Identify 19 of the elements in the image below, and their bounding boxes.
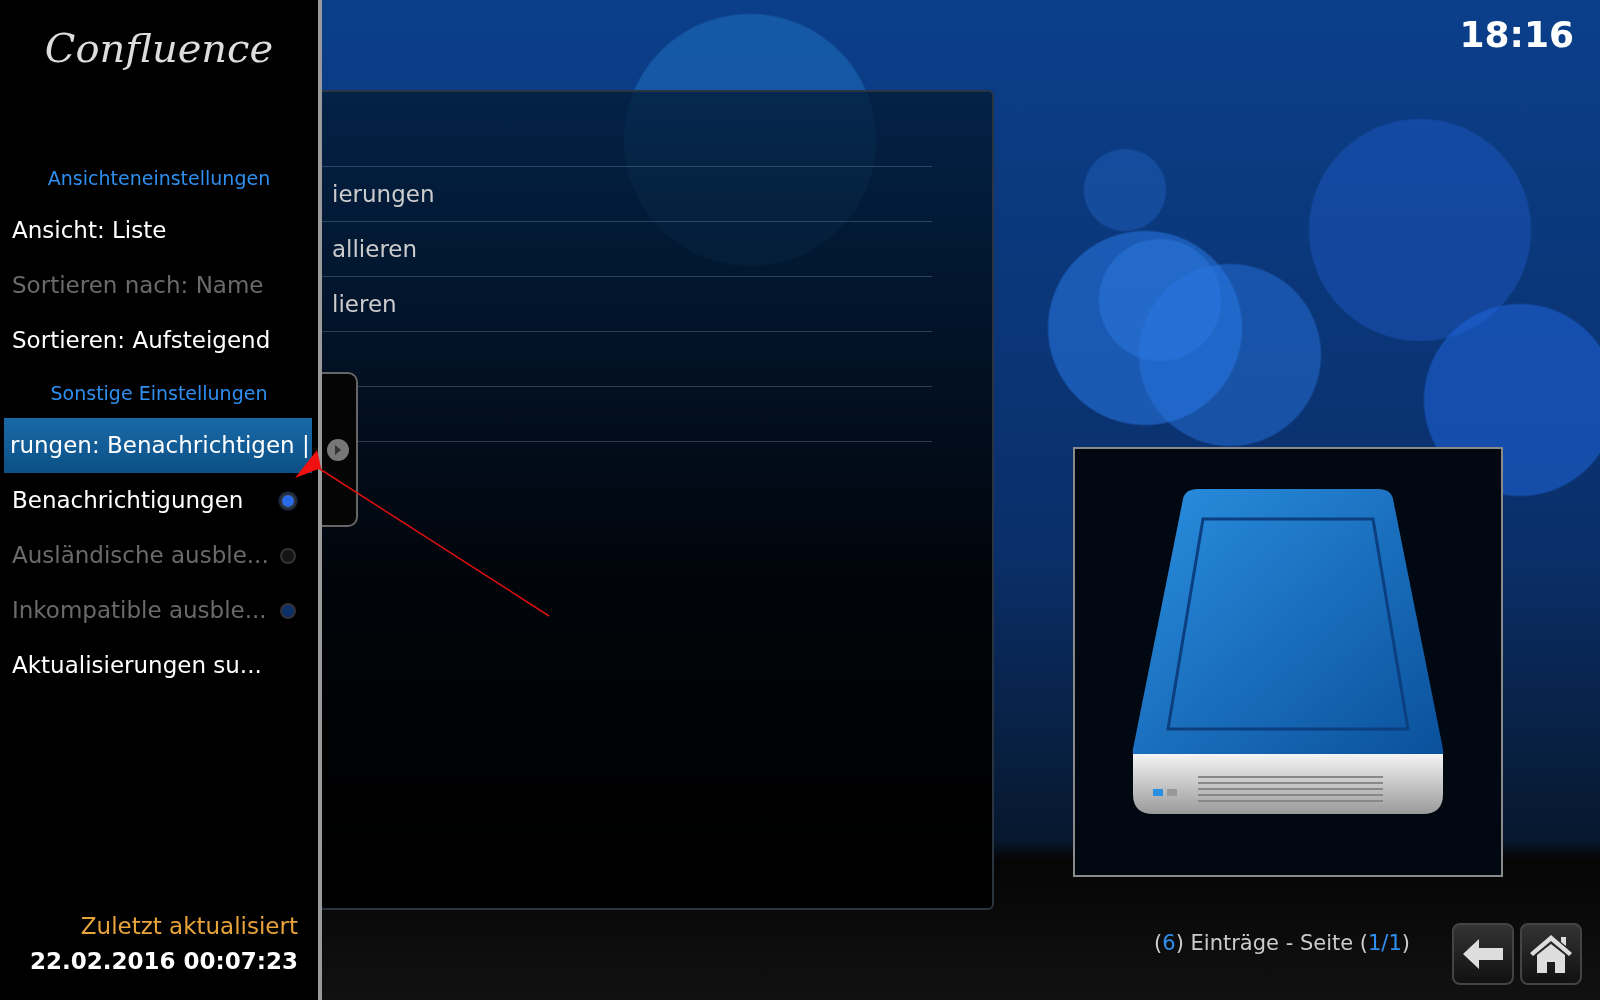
menu-option[interactable]: rungen: Benachrichtigen | xyxy=(4,418,312,473)
menu-option[interactable]: Sortieren: Aufsteigend xyxy=(0,313,318,368)
arrow-circle-icon xyxy=(326,438,350,462)
home-icon xyxy=(1530,935,1572,973)
menu-option[interactable]: Ansicht: Liste xyxy=(0,203,318,258)
list-item[interactable]: lieren xyxy=(332,286,397,322)
section-header: Ansichteneinstellungen xyxy=(47,165,271,191)
section-header: Sonstige Einstellungen xyxy=(50,380,268,406)
back-button[interactable] xyxy=(1452,923,1514,985)
home-button[interactable] xyxy=(1520,923,1582,985)
menu-option[interactable]: Aktualisierungen su... xyxy=(0,638,318,693)
item-count-status: (6) Einträge - Seite (1/1) xyxy=(1154,930,1410,957)
logo-text: Confluence xyxy=(44,24,274,73)
last-updated-date: 22.02.2016 00:07:23 xyxy=(30,946,298,976)
list-item[interactable]: ierungen xyxy=(332,176,435,212)
back-arrow-icon xyxy=(1463,939,1503,969)
list-item[interactable]: allieren xyxy=(332,231,418,267)
clock: 18:16 xyxy=(1459,13,1574,57)
last-updated-label: Zuletzt aktualisiert xyxy=(80,912,298,941)
